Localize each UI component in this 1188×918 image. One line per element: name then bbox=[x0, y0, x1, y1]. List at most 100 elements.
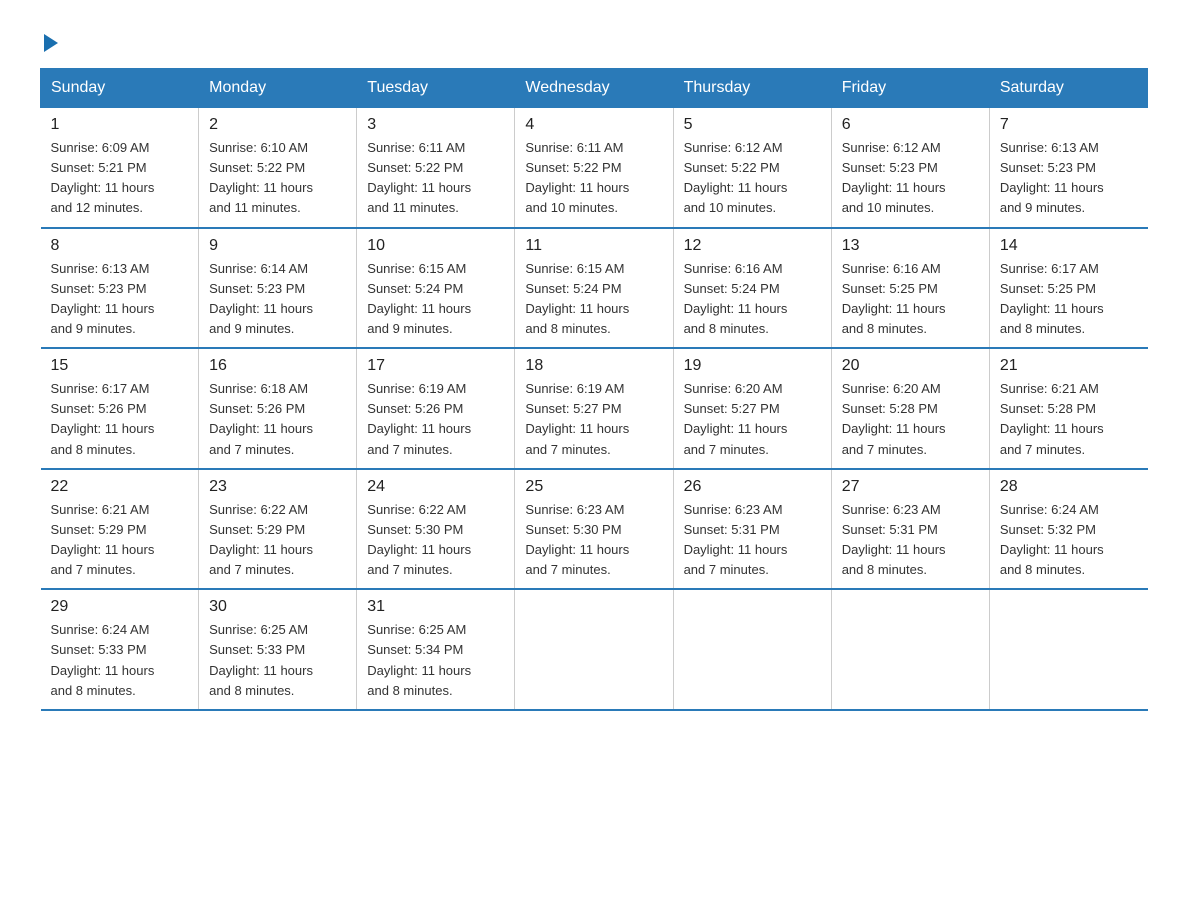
day-number: 4 bbox=[525, 116, 662, 134]
calendar-cell bbox=[831, 589, 989, 710]
calendar-table: SundayMondayTuesdayWednesdayThursdayFrid… bbox=[40, 68, 1148, 711]
day-info: Sunrise: 6:23 AMSunset: 5:31 PMDaylight:… bbox=[842, 500, 979, 581]
calendar-cell: 13 Sunrise: 6:16 AMSunset: 5:25 PMDaylig… bbox=[831, 228, 989, 349]
day-number: 12 bbox=[684, 237, 821, 255]
day-number: 29 bbox=[51, 598, 189, 616]
day-info: Sunrise: 6:20 AMSunset: 5:28 PMDaylight:… bbox=[842, 379, 979, 460]
day-info: Sunrise: 6:13 AMSunset: 5:23 PMDaylight:… bbox=[1000, 138, 1138, 219]
day-info: Sunrise: 6:18 AMSunset: 5:26 PMDaylight:… bbox=[209, 379, 346, 460]
logo bbox=[40, 30, 58, 48]
calendar-cell: 18 Sunrise: 6:19 AMSunset: 5:27 PMDaylig… bbox=[515, 348, 673, 469]
day-info: Sunrise: 6:23 AMSunset: 5:30 PMDaylight:… bbox=[525, 500, 662, 581]
header-sunday: Sunday bbox=[41, 69, 199, 108]
calendar-cell bbox=[673, 589, 831, 710]
day-info: Sunrise: 6:16 AMSunset: 5:24 PMDaylight:… bbox=[684, 259, 821, 340]
header-thursday: Thursday bbox=[673, 69, 831, 108]
day-number: 27 bbox=[842, 478, 979, 496]
calendar-cell: 23 Sunrise: 6:22 AMSunset: 5:29 PMDaylig… bbox=[199, 469, 357, 590]
day-info: Sunrise: 6:16 AMSunset: 5:25 PMDaylight:… bbox=[842, 259, 979, 340]
day-number: 19 bbox=[684, 357, 821, 375]
day-info: Sunrise: 6:13 AMSunset: 5:23 PMDaylight:… bbox=[51, 259, 189, 340]
week-row-5: 29 Sunrise: 6:24 AMSunset: 5:33 PMDaylig… bbox=[41, 589, 1148, 710]
day-number: 30 bbox=[209, 598, 346, 616]
calendar-cell: 6 Sunrise: 6:12 AMSunset: 5:23 PMDayligh… bbox=[831, 108, 989, 228]
calendar-cell: 8 Sunrise: 6:13 AMSunset: 5:23 PMDayligh… bbox=[41, 228, 199, 349]
calendar-cell: 22 Sunrise: 6:21 AMSunset: 5:29 PMDaylig… bbox=[41, 469, 199, 590]
calendar-cell bbox=[515, 589, 673, 710]
day-info: Sunrise: 6:23 AMSunset: 5:31 PMDaylight:… bbox=[684, 500, 821, 581]
day-number: 26 bbox=[684, 478, 821, 496]
calendar-cell: 5 Sunrise: 6:12 AMSunset: 5:22 PMDayligh… bbox=[673, 108, 831, 228]
week-row-1: 1 Sunrise: 6:09 AMSunset: 5:21 PMDayligh… bbox=[41, 108, 1148, 228]
calendar-cell: 21 Sunrise: 6:21 AMSunset: 5:28 PMDaylig… bbox=[989, 348, 1147, 469]
day-number: 16 bbox=[209, 357, 346, 375]
calendar-cell: 12 Sunrise: 6:16 AMSunset: 5:24 PMDaylig… bbox=[673, 228, 831, 349]
day-number: 14 bbox=[1000, 237, 1138, 255]
day-info: Sunrise: 6:25 AMSunset: 5:33 PMDaylight:… bbox=[209, 620, 346, 701]
calendar-cell: 27 Sunrise: 6:23 AMSunset: 5:31 PMDaylig… bbox=[831, 469, 989, 590]
day-info: Sunrise: 6:12 AMSunset: 5:23 PMDaylight:… bbox=[842, 138, 979, 219]
day-number: 20 bbox=[842, 357, 979, 375]
day-info: Sunrise: 6:22 AMSunset: 5:30 PMDaylight:… bbox=[367, 500, 504, 581]
calendar-cell: 16 Sunrise: 6:18 AMSunset: 5:26 PMDaylig… bbox=[199, 348, 357, 469]
day-info: Sunrise: 6:11 AMSunset: 5:22 PMDaylight:… bbox=[525, 138, 662, 219]
day-info: Sunrise: 6:19 AMSunset: 5:26 PMDaylight:… bbox=[367, 379, 504, 460]
day-info: Sunrise: 6:19 AMSunset: 5:27 PMDaylight:… bbox=[525, 379, 662, 460]
calendar-cell: 15 Sunrise: 6:17 AMSunset: 5:26 PMDaylig… bbox=[41, 348, 199, 469]
day-number: 15 bbox=[51, 357, 189, 375]
calendar-cell: 11 Sunrise: 6:15 AMSunset: 5:24 PMDaylig… bbox=[515, 228, 673, 349]
day-info: Sunrise: 6:17 AMSunset: 5:26 PMDaylight:… bbox=[51, 379, 189, 460]
page-header bbox=[40, 30, 1148, 48]
calendar-cell: 20 Sunrise: 6:20 AMSunset: 5:28 PMDaylig… bbox=[831, 348, 989, 469]
calendar-cell: 19 Sunrise: 6:20 AMSunset: 5:27 PMDaylig… bbox=[673, 348, 831, 469]
day-number: 3 bbox=[367, 116, 504, 134]
header-saturday: Saturday bbox=[989, 69, 1147, 108]
week-row-4: 22 Sunrise: 6:21 AMSunset: 5:29 PMDaylig… bbox=[41, 469, 1148, 590]
day-info: Sunrise: 6:15 AMSunset: 5:24 PMDaylight:… bbox=[367, 259, 504, 340]
calendar-cell: 30 Sunrise: 6:25 AMSunset: 5:33 PMDaylig… bbox=[199, 589, 357, 710]
calendar-cell: 7 Sunrise: 6:13 AMSunset: 5:23 PMDayligh… bbox=[989, 108, 1147, 228]
day-number: 11 bbox=[525, 237, 662, 255]
day-number: 8 bbox=[51, 237, 189, 255]
day-number: 25 bbox=[525, 478, 662, 496]
calendar-cell bbox=[989, 589, 1147, 710]
calendar-cell: 24 Sunrise: 6:22 AMSunset: 5:30 PMDaylig… bbox=[357, 469, 515, 590]
day-info: Sunrise: 6:17 AMSunset: 5:25 PMDaylight:… bbox=[1000, 259, 1138, 340]
day-number: 7 bbox=[1000, 116, 1138, 134]
day-number: 24 bbox=[367, 478, 504, 496]
day-number: 9 bbox=[209, 237, 346, 255]
day-info: Sunrise: 6:14 AMSunset: 5:23 PMDaylight:… bbox=[209, 259, 346, 340]
logo-arrow-icon bbox=[44, 34, 58, 52]
calendar-cell: 14 Sunrise: 6:17 AMSunset: 5:25 PMDaylig… bbox=[989, 228, 1147, 349]
day-number: 5 bbox=[684, 116, 821, 134]
calendar-cell: 25 Sunrise: 6:23 AMSunset: 5:30 PMDaylig… bbox=[515, 469, 673, 590]
calendar-cell: 28 Sunrise: 6:24 AMSunset: 5:32 PMDaylig… bbox=[989, 469, 1147, 590]
header-wednesday: Wednesday bbox=[515, 69, 673, 108]
day-info: Sunrise: 6:25 AMSunset: 5:34 PMDaylight:… bbox=[367, 620, 504, 701]
day-number: 28 bbox=[1000, 478, 1138, 496]
day-info: Sunrise: 6:21 AMSunset: 5:28 PMDaylight:… bbox=[1000, 379, 1138, 460]
day-number: 18 bbox=[525, 357, 662, 375]
calendar-cell: 4 Sunrise: 6:11 AMSunset: 5:22 PMDayligh… bbox=[515, 108, 673, 228]
day-number: 10 bbox=[367, 237, 504, 255]
week-row-2: 8 Sunrise: 6:13 AMSunset: 5:23 PMDayligh… bbox=[41, 228, 1148, 349]
day-number: 22 bbox=[51, 478, 189, 496]
header-monday: Monday bbox=[199, 69, 357, 108]
day-info: Sunrise: 6:12 AMSunset: 5:22 PMDaylight:… bbox=[684, 138, 821, 219]
day-info: Sunrise: 6:24 AMSunset: 5:33 PMDaylight:… bbox=[51, 620, 189, 701]
day-number: 6 bbox=[842, 116, 979, 134]
calendar-cell: 31 Sunrise: 6:25 AMSunset: 5:34 PMDaylig… bbox=[357, 589, 515, 710]
day-number: 2 bbox=[209, 116, 346, 134]
header-tuesday: Tuesday bbox=[357, 69, 515, 108]
day-info: Sunrise: 6:09 AMSunset: 5:21 PMDaylight:… bbox=[51, 138, 189, 219]
calendar-cell: 2 Sunrise: 6:10 AMSunset: 5:22 PMDayligh… bbox=[199, 108, 357, 228]
day-number: 17 bbox=[367, 357, 504, 375]
calendar-cell: 17 Sunrise: 6:19 AMSunset: 5:26 PMDaylig… bbox=[357, 348, 515, 469]
calendar-cell: 29 Sunrise: 6:24 AMSunset: 5:33 PMDaylig… bbox=[41, 589, 199, 710]
day-info: Sunrise: 6:24 AMSunset: 5:32 PMDaylight:… bbox=[1000, 500, 1138, 581]
calendar-cell: 3 Sunrise: 6:11 AMSunset: 5:22 PMDayligh… bbox=[357, 108, 515, 228]
day-info: Sunrise: 6:21 AMSunset: 5:29 PMDaylight:… bbox=[51, 500, 189, 581]
calendar-cell: 9 Sunrise: 6:14 AMSunset: 5:23 PMDayligh… bbox=[199, 228, 357, 349]
header-friday: Friday bbox=[831, 69, 989, 108]
day-info: Sunrise: 6:10 AMSunset: 5:22 PMDaylight:… bbox=[209, 138, 346, 219]
